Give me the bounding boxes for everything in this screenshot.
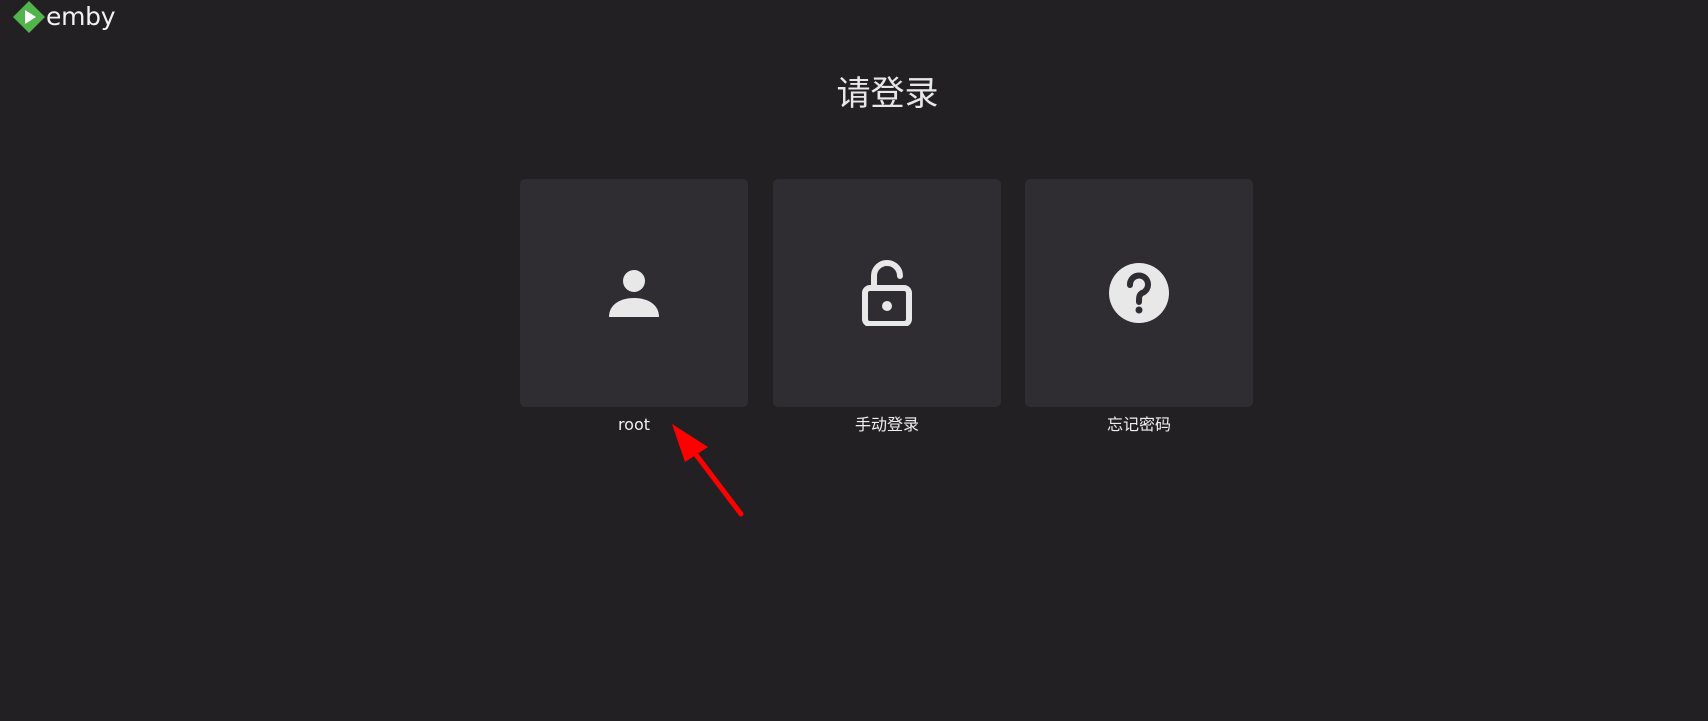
page-title: 请登录 (836, 74, 939, 114)
login-page: emby 请登录 root 手动登录 忘记密码 (0, 0, 1708, 721)
manual-login-label[interactable]: 手动登录 (773, 413, 1001, 437)
lock-open-icon (860, 260, 914, 326)
forgot-password-tile[interactable] (1025, 179, 1253, 407)
manual-login-card[interactable]: 手动登录 (773, 179, 1001, 434)
forgot-password-card[interactable]: 忘记密码 (1025, 179, 1253, 434)
forgot-password-label[interactable]: 忘记密码 (1025, 413, 1253, 437)
user-card-label[interactable]: root (520, 413, 748, 437)
user-card-tile[interactable] (520, 179, 748, 407)
logo-text: emby (46, 2, 116, 31)
manual-login-tile[interactable] (773, 179, 1001, 407)
user-card-root[interactable]: root (520, 179, 748, 434)
emby-logo-icon (13, 1, 45, 33)
help-icon (1108, 262, 1170, 324)
emby-logo[interactable]: emby (12, 1, 116, 33)
person-icon (608, 267, 660, 319)
